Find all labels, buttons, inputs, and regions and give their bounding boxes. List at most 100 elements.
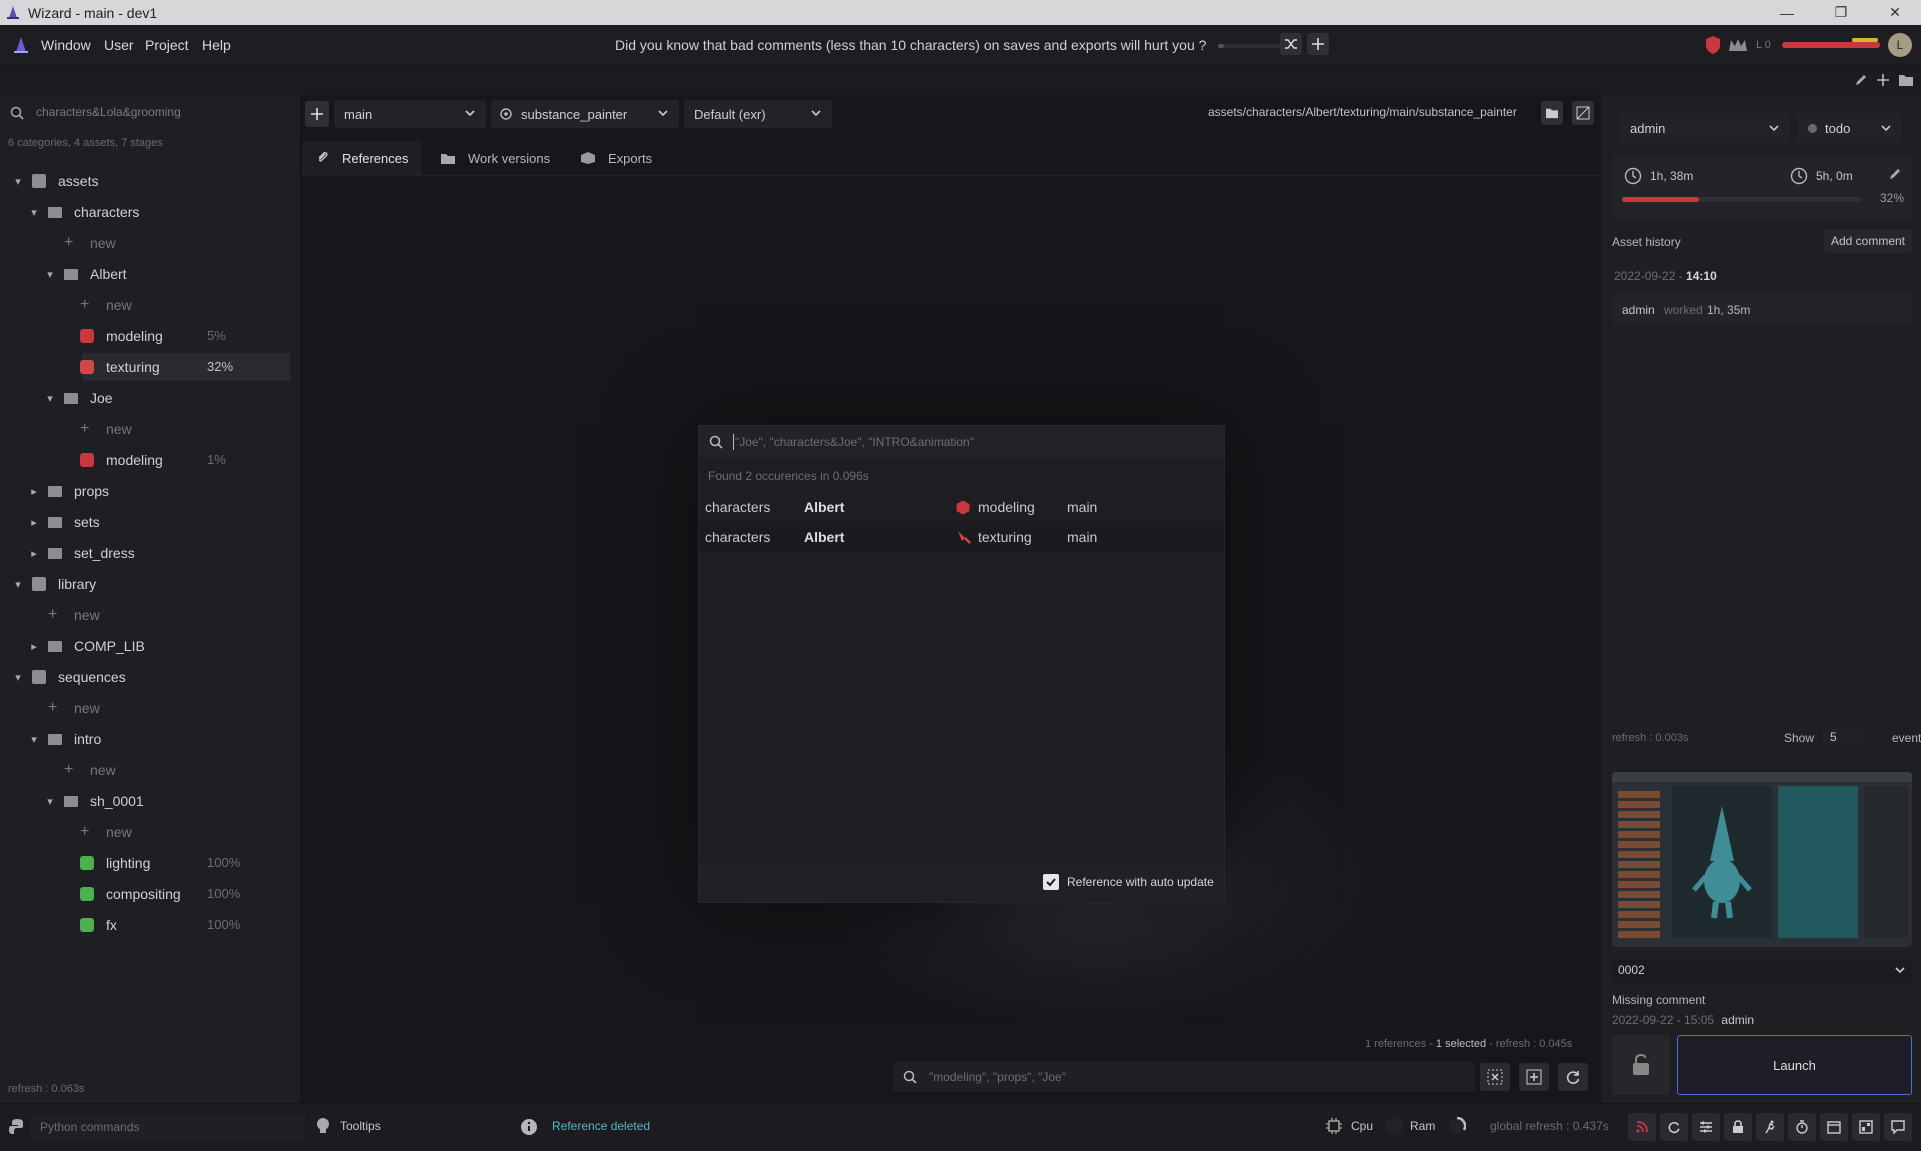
remove-reference-button[interactable]: [1480, 1063, 1510, 1091]
popup-search-input[interactable]: "Joe", "characters&Joe", "INTRO&animatio…: [735, 435, 974, 449]
tree-item-new[interactable]: + new: [28, 601, 100, 629]
stage-progress: 1%: [207, 452, 226, 467]
version-thumbnail[interactable]: [1612, 772, 1912, 947]
tree-item-new[interactable]: + new: [28, 694, 100, 722]
search-icon: [903, 1070, 917, 1084]
list-item[interactable]: characters Albert modeling main: [699, 492, 1224, 522]
dashboard-button[interactable]: [1852, 1113, 1880, 1141]
pencil-icon[interactable]: [1854, 73, 1868, 87]
chevron-down-icon[interactable]: ▾: [12, 578, 24, 591]
chevron-right-icon[interactable]: ▸: [28, 547, 40, 560]
export-format-value: Default (exr): [694, 106, 766, 122]
shuffle-tip-button[interactable]: [1280, 33, 1302, 55]
avatar[interactable]: L: [1888, 33, 1912, 57]
image-button[interactable]: [1572, 101, 1594, 125]
tree-search-input[interactable]: characters&Lola&grooming: [36, 105, 181, 119]
plus-icon: +: [80, 420, 90, 437]
popup-search-bar[interactable]: "Joe", "characters&Joe", "INTRO&animatio…: [699, 426, 1224, 458]
chevron-right-icon[interactable]: ▸: [28, 640, 40, 653]
tree-item-set-dress[interactable]: ▸ set_dress: [28, 539, 134, 567]
settings-sliders-button[interactable]: [1692, 1113, 1720, 1141]
tree-item-lighting[interactable]: lighting: [60, 849, 150, 877]
lock-button[interactable]: [1724, 1113, 1752, 1141]
edit-estimate-icon[interactable]: [1888, 167, 1902, 181]
chevron-down-icon[interactable]: ▾: [28, 206, 40, 219]
chevron-right-icon[interactable]: ▸: [28, 485, 40, 498]
menu-user[interactable]: User: [104, 37, 134, 53]
menu-help[interactable]: Help: [202, 37, 231, 53]
chevron-down-icon[interactable]: ▾: [12, 175, 24, 188]
state-dropdown[interactable]: todo: [1798, 113, 1902, 143]
maximize-button[interactable]: ❐: [1818, 0, 1864, 25]
refresh-references-button[interactable]: [1558, 1063, 1588, 1091]
events-count-input[interactable]: 5: [1822, 725, 1868, 749]
tree-item-modeling[interactable]: modeling: [60, 322, 163, 350]
tree-item-sets[interactable]: ▸ sets: [28, 508, 99, 536]
menu-project[interactable]: Project: [145, 37, 189, 53]
variant-dropdown[interactable]: main: [334, 100, 486, 128]
calendar-button[interactable]: [1820, 1113, 1848, 1141]
open-folder-button[interactable]: [1541, 101, 1563, 125]
quick-action-button[interactable]: [1756, 1113, 1784, 1141]
tree-item-assets[interactable]: ▾ assets: [12, 167, 98, 195]
tree-item-label: props: [74, 483, 110, 499]
version-dropdown[interactable]: 0002: [1612, 958, 1912, 982]
tree-item-albert[interactable]: ▾ Albert: [44, 260, 126, 288]
tree-item-comp-lib[interactable]: ▸ COMP_LIB: [28, 632, 145, 660]
tree-item-new[interactable]: + new: [60, 415, 132, 443]
tab-work-versions[interactable]: Work versions: [440, 141, 550, 175]
tree-item-new[interactable]: + new: [44, 756, 116, 784]
add-tip-button[interactable]: [1307, 33, 1329, 55]
chevron-down-icon[interactable]: ▾: [44, 392, 56, 405]
close-button[interactable]: ✕: [1872, 0, 1918, 25]
tree-item-library[interactable]: ▾ library: [12, 570, 96, 598]
launch-button[interactable]: Launch: [1677, 1035, 1912, 1095]
list-item[interactable]: characters Albert texturing main: [699, 522, 1224, 552]
python-command-placeholder: Python commands: [40, 1120, 140, 1134]
tree-item-characters[interactable]: ▾ characters: [28, 198, 139, 226]
tree-item-new[interactable]: + new: [60, 818, 132, 846]
tab-exports[interactable]: Exports: [580, 141, 652, 175]
add-variant-button[interactable]: [305, 101, 329, 127]
add-reference-button[interactable]: [1519, 1063, 1549, 1091]
tree-item-joe[interactable]: ▾ Joe: [44, 384, 112, 412]
chat-button[interactable]: [1884, 1113, 1912, 1141]
timer-button[interactable]: [1788, 1113, 1816, 1141]
folder-icon[interactable]: [1898, 73, 1914, 87]
export-format-dropdown[interactable]: Default (exr): [684, 100, 832, 128]
tree-item-sequences[interactable]: ▾ sequences: [12, 663, 125, 691]
tree-item-texturing[interactable]: texturing: [60, 353, 160, 381]
chevron-down-icon[interactable]: ▾: [44, 795, 56, 808]
references-search-input[interactable]: "modeling", "props", "Joe": [929, 1070, 1066, 1084]
tab-references[interactable]: References: [302, 141, 422, 175]
add-comment-button[interactable]: Add comment: [1824, 229, 1912, 253]
tree-item-new[interactable]: + new: [44, 229, 116, 257]
tree-item-props[interactable]: ▸ props: [28, 477, 109, 505]
lock-button[interactable]: [1612, 1035, 1670, 1095]
ram-gauge: [1448, 1117, 1466, 1135]
tooltips-toggle[interactable]: Tooltips: [340, 1119, 381, 1133]
assignee-dropdown[interactable]: admin: [1620, 113, 1790, 143]
tree-item-sh-0001[interactable]: ▾ sh_0001: [44, 787, 143, 815]
software-dropdown[interactable]: substance_painter: [491, 100, 679, 128]
menu-window[interactable]: Window: [41, 37, 91, 53]
tab-exports-label: Exports: [608, 150, 653, 166]
chevron-right-icon[interactable]: ▸: [28, 516, 40, 529]
minimize-button[interactable]: —: [1764, 0, 1810, 25]
tree-item-compositing[interactable]: compositing: [60, 880, 181, 908]
tree-item-intro[interactable]: ▾ intro: [28, 725, 101, 753]
rss-feed-button[interactable]: [1628, 1113, 1656, 1141]
plus-icon[interactable]: [1876, 73, 1890, 87]
tree-item-modeling[interactable]: modeling: [60, 446, 163, 474]
chevron-down-icon[interactable]: ▾: [12, 671, 24, 684]
auto-update-checkbox[interactable]: [1043, 874, 1059, 890]
tree-item-fx[interactable]: fx: [60, 911, 117, 939]
tree-item-new[interactable]: + new: [60, 291, 132, 319]
chevron-down-icon[interactable]: ▾: [44, 268, 56, 281]
chevron-down-icon[interactable]: ▾: [28, 733, 40, 746]
add-box-icon: [1526, 1069, 1542, 1085]
python-command-input[interactable]: Python commands: [30, 1114, 305, 1140]
lightbulb-icon[interactable]: [316, 1117, 330, 1135]
references-search-bar[interactable]: "modeling", "props", "Joe": [893, 1062, 1475, 1092]
refresh-button[interactable]: [1660, 1113, 1688, 1141]
